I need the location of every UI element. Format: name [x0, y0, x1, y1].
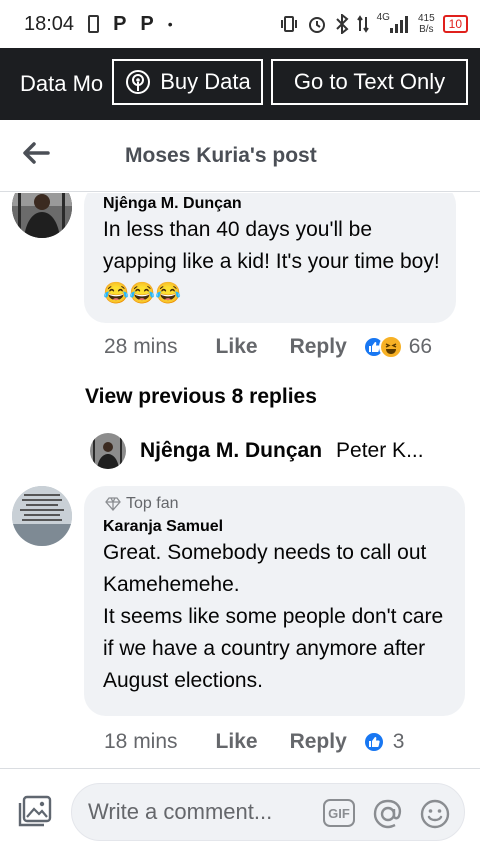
- back-arrow-icon[interactable]: [22, 142, 50, 164]
- status-left: 18:04 P P •: [24, 13, 173, 36]
- like-reaction-icon: [362, 731, 385, 753]
- reply-snippet: Peter K...: [336, 439, 424, 462]
- vibrate-icon: [280, 16, 297, 32]
- data-mode-label: Data Mo: [20, 71, 104, 96]
- avatar[interactable]: [12, 486, 72, 546]
- like-button[interactable]: Like: [216, 730, 258, 754]
- page-title: Moses Kuria's post: [125, 144, 317, 167]
- avatar-photo: [12, 193, 72, 238]
- battery-indicator: 10: [442, 15, 468, 33]
- top-fan-label: Top fan: [126, 495, 179, 512]
- comment-actions: 18 mins Like Reply 3: [104, 730, 404, 754]
- net-speed-unit: B/s: [419, 24, 434, 35]
- comment-actions: 28 mins Like Reply 66: [104, 335, 432, 359]
- reply-avatar: [90, 433, 126, 469]
- broadcast-icon: [126, 70, 151, 94]
- phone-icon: [88, 15, 100, 33]
- reply-button[interactable]: Reply: [290, 335, 347, 359]
- photo-icon[interactable]: [18, 795, 52, 829]
- notification-dot: •: [167, 16, 173, 32]
- net-speed-value: 415: [417, 13, 435, 24]
- go-to-text-only-button[interactable]: Go to Text Only: [271, 59, 468, 105]
- buy-data-button[interactable]: Buy Data: [112, 59, 263, 105]
- alarm-icon: [308, 17, 325, 33]
- view-previous-replies-link[interactable]: View previous 8 replies: [85, 385, 317, 409]
- avatar-photo: [12, 486, 72, 546]
- comment-time: 28 mins: [104, 335, 178, 358]
- comment-text: Great. Somebody needs to call out Kamehe…: [103, 541, 444, 692]
- comments-list: Njênga M. Dunçan In less than 40 days yo…: [0, 193, 480, 768]
- avatar[interactable]: [12, 193, 72, 238]
- reaction-count: 3: [392, 730, 405, 753]
- post-header: Moses Kuria's post: [0, 120, 480, 192]
- emoji-icon[interactable]: [419, 798, 451, 830]
- status-time: 18:04: [24, 12, 75, 35]
- reaction-count: 66: [408, 335, 433, 358]
- status-right: 4G 415 B/s 10: [279, 11, 468, 35]
- reply-preview[interactable]: Njênga M. Dunçan Peter K...: [90, 433, 424, 469]
- gif-button[interactable]: GIF: [323, 799, 355, 827]
- haha-reaction-icon: [378, 335, 403, 359]
- comment-bubble[interactable]: Top fan Karanja Samuel Great. Somebody n…: [84, 486, 465, 716]
- comment-time: 18 mins: [104, 730, 178, 753]
- comment-bubble[interactable]: Njênga M. Dunçan In less than 40 days yo…: [84, 193, 456, 323]
- data-arrows-icon: [356, 15, 369, 33]
- bluetooth-icon: [335, 14, 349, 34]
- comment-input-box[interactable]: GIF: [71, 783, 465, 841]
- mention-icon[interactable]: [372, 798, 404, 830]
- like-button[interactable]: Like: [216, 335, 258, 359]
- page: 18:04 P P • 4G 415 B/s 10 Data Mo Buy Da…: [0, 0, 480, 854]
- notification-p-icon-2: P: [140, 12, 154, 35]
- comment-author[interactable]: Karanja Samuel: [103, 518, 223, 536]
- buy-data-label: Buy Data: [160, 69, 251, 94]
- comment-composer: GIF: [0, 768, 480, 854]
- go-to-text-only-label: Go to Text Only: [293, 69, 446, 94]
- data-mode-bar: Data Mo Buy Data Go to Text Only: [0, 48, 480, 120]
- diamond-icon: [105, 497, 121, 511]
- reply-author: Njênga M. Dunçan: [140, 439, 323, 462]
- net-speed: 415 B/s: [418, 13, 435, 35]
- comment-input[interactable]: [88, 799, 318, 825]
- comment-text: In less than 40 days you'll be yapping l…: [103, 218, 440, 305]
- status-bar: 18:04 P P • 4G 415 B/s 10: [0, 0, 480, 48]
- top-fan-badge: Top fan: [105, 495, 178, 513]
- signal-icon: [389, 16, 408, 33]
- network-type: 4G: [376, 11, 390, 23]
- reply-button[interactable]: Reply: [290, 730, 347, 754]
- comment-author[interactable]: Njênga M. Dunçan: [103, 195, 242, 213]
- reactions[interactable]: [362, 731, 385, 753]
- notification-p-icon: P: [113, 12, 127, 35]
- reactions[interactable]: [362, 335, 403, 359]
